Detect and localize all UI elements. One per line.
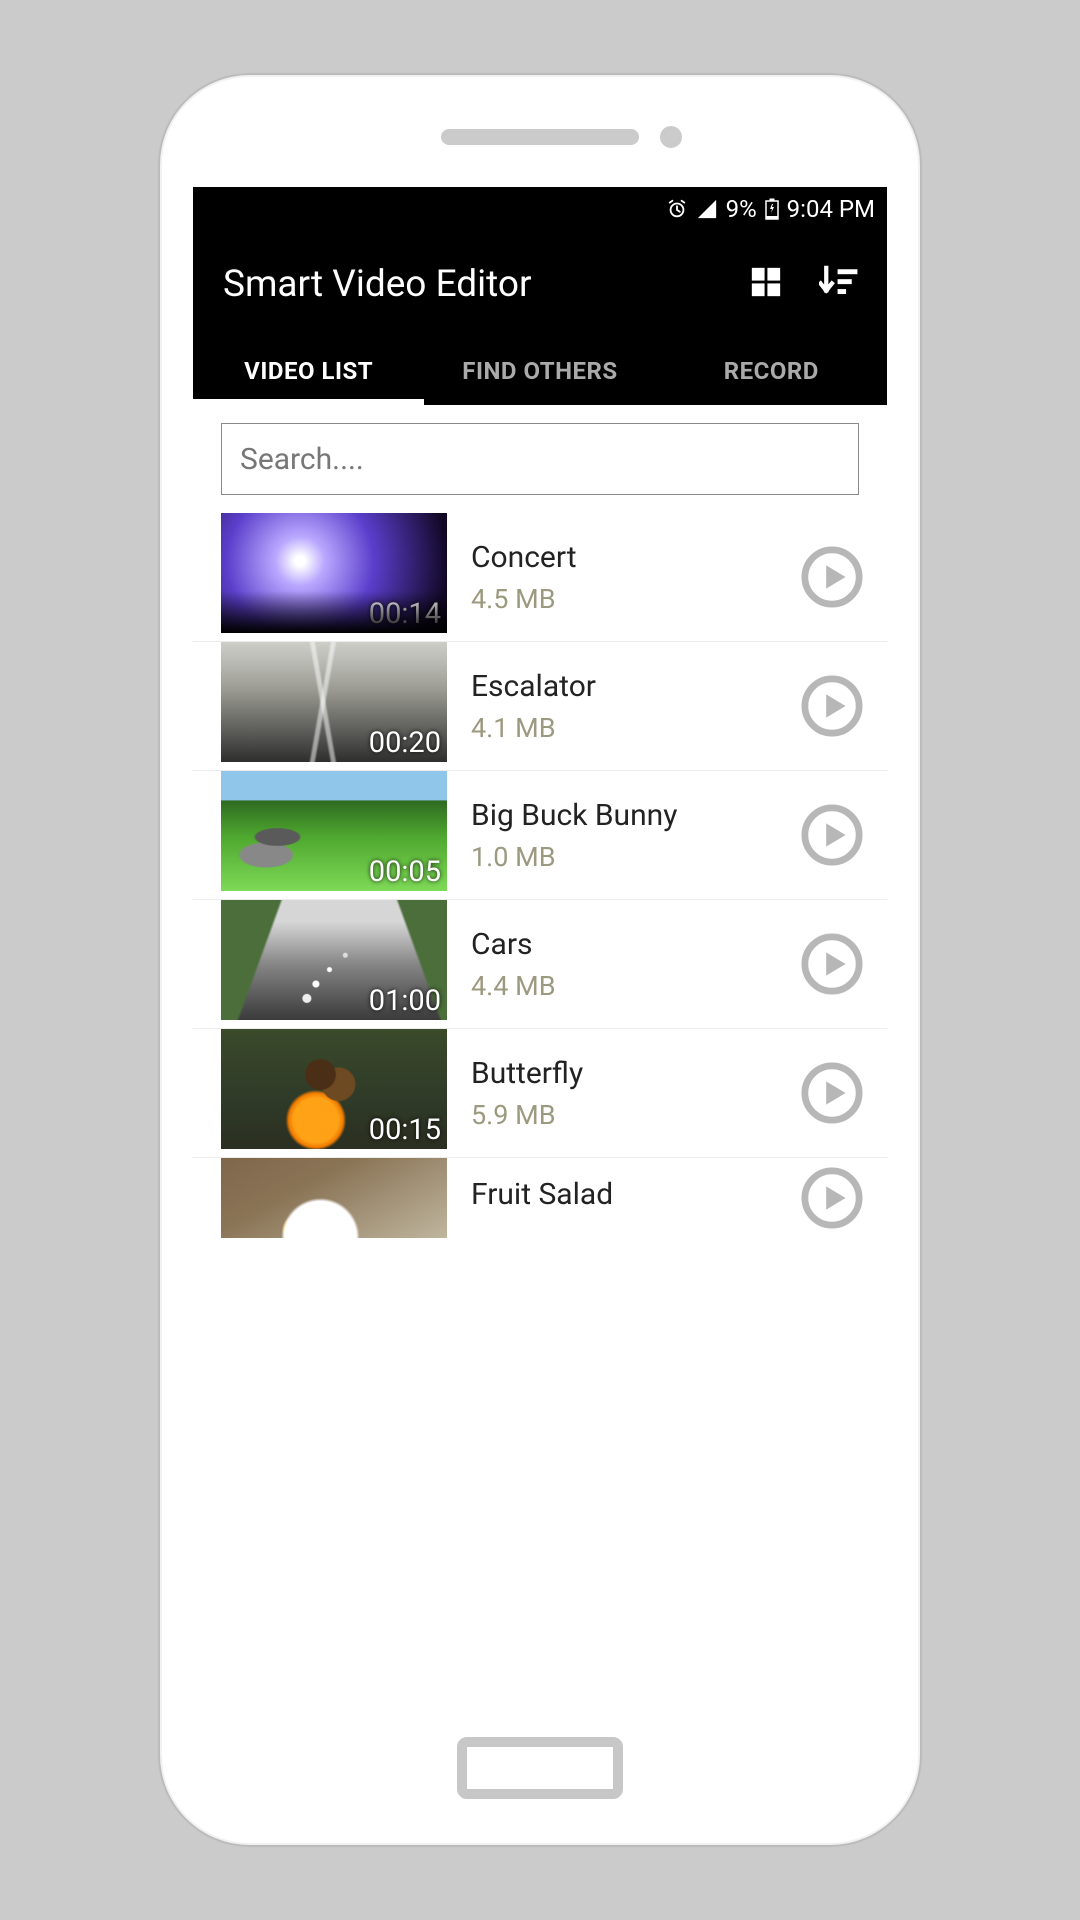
video-meta: Big Buck Bunny 1.0 MB: [471, 798, 801, 873]
search-wrap: [193, 405, 887, 513]
video-meta: Concert 4.5 MB: [471, 540, 801, 615]
video-title: Fruit Salad: [471, 1177, 801, 1212]
play-button[interactable]: [801, 933, 863, 995]
status-bar: 9% 9:04 PM: [193, 187, 887, 231]
tab-record[interactable]: RECORD: [656, 337, 887, 405]
video-thumbnail[interactable]: [221, 1158, 447, 1238]
video-thumbnail[interactable]: 00:14: [221, 513, 447, 633]
tab-find-others[interactable]: FIND OTHERS: [424, 337, 655, 405]
video-row[interactable]: 00:20 Escalator 4.1 MB: [193, 642, 887, 771]
device-frame: 9% 9:04 PM Smart Video Editor VIDEO LIST…: [160, 75, 920, 1845]
video-title: Escalator: [471, 669, 801, 704]
screen: 9% 9:04 PM Smart Video Editor VIDEO LIST…: [193, 187, 887, 1707]
video-duration: 00:15: [369, 1113, 441, 1147]
video-row[interactable]: Fruit Salad: [193, 1158, 887, 1238]
play-button[interactable]: [801, 1062, 863, 1124]
video-size: 4.1 MB: [471, 712, 801, 744]
video-size: 1.0 MB: [471, 841, 801, 873]
video-size: 5.9 MB: [471, 1099, 801, 1131]
video-list[interactable]: 00:14Concert4.5 MB00:20Escalator4.1 MB00…: [193, 513, 887, 1238]
play-button[interactable]: [801, 675, 863, 737]
video-duration: 00:14: [369, 597, 441, 631]
video-row[interactable]: 00:05 Big Buck Bunny 1.0 MB: [193, 771, 887, 900]
device-camera: [660, 126, 682, 148]
tabs: VIDEO LISTFIND OTHERSRECORD: [193, 337, 887, 405]
video-title: Concert: [471, 540, 801, 575]
video-row[interactable]: 00:15 Butterfly 5.9 MB: [193, 1029, 887, 1158]
video-title: Butterfly: [471, 1056, 801, 1091]
signal-icon: [696, 198, 718, 220]
play-button[interactable]: [801, 1167, 863, 1229]
play-button[interactable]: [801, 804, 863, 866]
sort-icon[interactable]: [819, 265, 859, 303]
device-speaker: [441, 129, 639, 145]
search-input[interactable]: [221, 423, 859, 495]
grid-view-icon[interactable]: [749, 265, 783, 303]
video-thumbnail[interactable]: 01:00: [221, 900, 447, 1020]
app-title: Smart Video Editor: [223, 263, 532, 306]
video-size: 4.4 MB: [471, 970, 801, 1002]
video-title: Cars: [471, 927, 801, 962]
battery-text: 9%: [726, 195, 757, 223]
video-meta: Escalator 4.1 MB: [471, 669, 801, 744]
video-row[interactable]: 00:14 Concert 4.5 MB: [193, 513, 887, 642]
video-thumbnail[interactable]: 00:15: [221, 1029, 447, 1149]
app-bar: Smart Video Editor: [193, 231, 887, 337]
video-duration: 01:00: [369, 984, 441, 1018]
video-thumbnail[interactable]: 00:05: [221, 771, 447, 891]
video-thumbnail[interactable]: 00:20: [221, 642, 447, 762]
video-meta: Fruit Salad: [471, 1177, 801, 1220]
video-row[interactable]: 01:00 Cars 4.4 MB: [193, 900, 887, 1029]
video-duration: 00:05: [369, 855, 441, 889]
video-size: 4.5 MB: [471, 583, 801, 615]
play-button[interactable]: [801, 546, 863, 608]
video-title: Big Buck Bunny: [471, 798, 801, 833]
battery-icon: [765, 198, 779, 220]
alarm-icon: [666, 198, 688, 220]
video-meta: Cars 4.4 MB: [471, 927, 801, 1002]
video-duration: 00:20: [369, 726, 441, 760]
video-meta: Butterfly 5.9 MB: [471, 1056, 801, 1131]
tab-video-list[interactable]: VIDEO LIST: [193, 337, 424, 405]
device-home-button[interactable]: [457, 1737, 623, 1799]
status-time: 9:04 PM: [787, 195, 875, 223]
